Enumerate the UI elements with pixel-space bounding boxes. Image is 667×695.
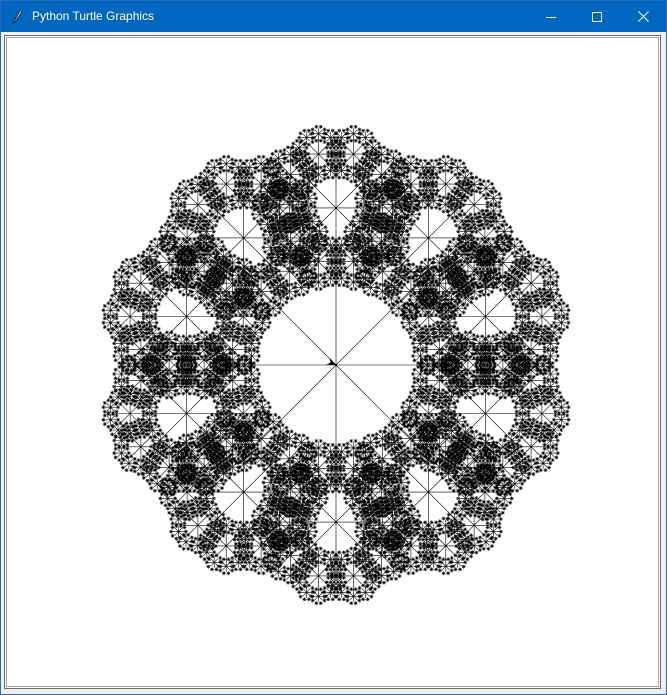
maximize-button[interactable]: [574, 1, 620, 32]
close-button[interactable]: [620, 1, 666, 32]
minimize-button[interactable]: [528, 1, 574, 32]
fractal-drawing: [101, 124, 571, 606]
minimize-icon: [546, 16, 556, 18]
title-bar[interactable]: Python Turtle Graphics: [1, 1, 666, 32]
window-title: Python Turtle Graphics: [32, 9, 155, 23]
close-icon: [637, 11, 649, 22]
feather-icon: [11, 10, 22, 24]
turtle-window: Python Turtle Graphics: [0, 0, 667, 695]
maximize-icon: [592, 11, 602, 22]
turtle-canvas-frame: [4, 35, 661, 689]
turtle-canvas[interactable]: [6, 37, 659, 687]
